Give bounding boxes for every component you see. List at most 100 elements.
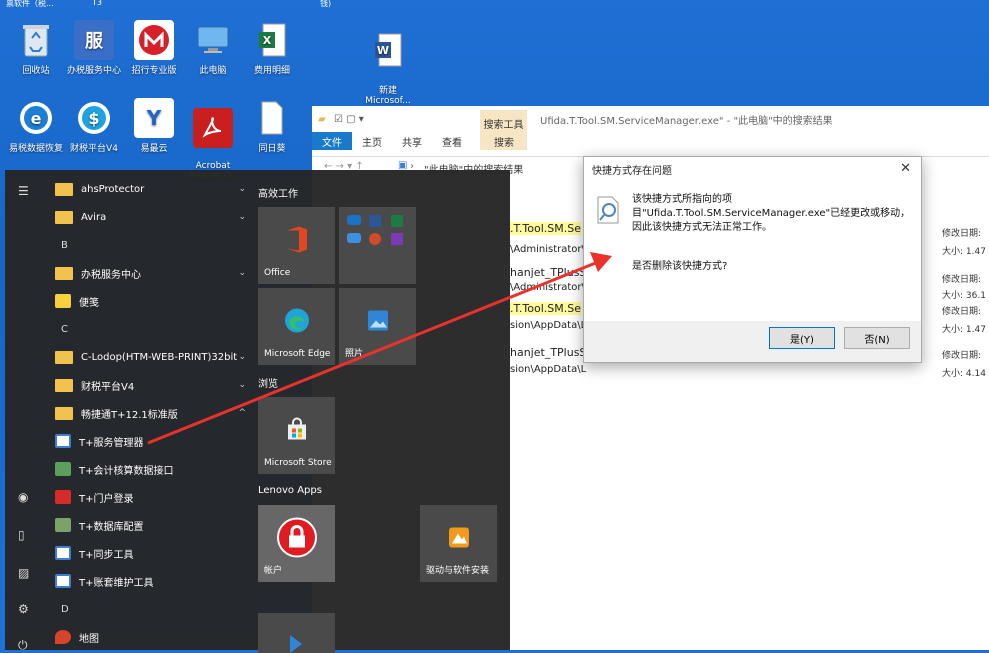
tile-edge[interactable]: Microsoft Edge <box>258 288 335 365</box>
result-size: 大小: 36.1 <box>942 291 986 301</box>
tile-label: Microsoft Edge <box>264 349 331 359</box>
file-icon <box>252 98 292 138</box>
acrobat-icon <box>193 108 233 148</box>
app-label: 地图 <box>79 633 99 645</box>
svg-text:e: e <box>31 109 42 128</box>
tile-office-apps-group[interactable] <box>339 207 416 284</box>
user-account-icon[interactable]: ◉ <box>18 490 32 504</box>
store-bag-icon <box>285 417 309 444</box>
tab-file[interactable]: 文件 <box>312 132 352 150</box>
recycle-bin-icon <box>16 20 56 60</box>
yizuiyun-icon: Y <box>134 98 174 138</box>
quick-access-icon[interactable]: ☑ ▢ ▾ <box>334 114 364 125</box>
result-path: \Administrator\A <box>510 244 592 255</box>
pictures-icon[interactable]: ▨ <box>18 566 32 580</box>
app-maps[interactable]: 地图 <box>55 627 250 647</box>
search-tools-label: 搜索工具 <box>483 120 524 131</box>
tab-search[interactable]: 搜索 <box>484 132 524 150</box>
app-tplus-portal-login[interactable]: T+门户登录 <box>55 487 250 507</box>
chevron-down-icon: ⌄ <box>238 212 246 222</box>
shortcut-problem-dialog: 快捷方式存在问题 ✕ 该快捷方式所指向的项目"Ufida.T.Tool.SM.S… <box>583 156 922 363</box>
tab-view[interactable]: 查看 <box>432 132 472 150</box>
app-folder-clodop[interactable]: C-Lodop(HTM-WEB-PRINT)32bit ⌄ <box>55 347 250 367</box>
account-maintenance-icon <box>55 574 71 588</box>
app-label: C-Lodop(HTM-WEB-PRINT)32bit <box>81 351 238 363</box>
folder-icon <box>55 350 73 364</box>
map-pin-icon <box>55 630 71 644</box>
desktop-icon-file[interactable]: 同日葵 <box>236 98 308 154</box>
result-name: hanjet_TPlusS <box>510 266 587 279</box>
powerpoint-icon <box>369 233 381 245</box>
section-productivity: 高效工作 <box>258 189 298 200</box>
top-strip-text-2: T3 <box>92 0 102 7</box>
documents-icon[interactable]: ▯ <box>18 528 32 542</box>
cloud-icon <box>347 233 361 243</box>
app-label: T+服务管理器 <box>79 437 144 449</box>
result-path: sion\AppData\L <box>510 364 587 375</box>
app-list: ahsProtector ⌄ Avira ⌄ B 办税服务中心 ⌄ 便笺 C C-Lo… <box>45 170 250 650</box>
close-icon[interactable]: ✕ <box>900 161 911 176</box>
tile-account[interactable]: 帐户 <box>258 505 335 582</box>
dialog-body: 该快捷方式所指向的项目"Ufida.T.Tool.SM.ServiceManag… <box>584 181 921 321</box>
database-config-icon <box>55 518 71 532</box>
photos-icon <box>366 308 390 335</box>
desktop-icon-word[interactable]: W 新建 Microsof... <box>352 20 424 116</box>
app-folder-tax-platform[interactable]: 财税平台V4 ⌄ <box>55 375 250 395</box>
yes-button[interactable]: 是(Y) <box>769 327 835 349</box>
driver-install-icon <box>447 525 471 552</box>
no-button[interactable]: 否(N) <box>844 327 910 349</box>
app-tplus-service-manager[interactable]: T+服务管理器 <box>55 431 250 451</box>
dialog-message: 该快捷方式所指向的项目"Ufida.T.Tool.SM.ServiceManag… <box>632 194 911 233</box>
tab-share[interactable]: 共享 <box>392 132 432 150</box>
app-folder-ahsprotector[interactable]: ahsProtector ⌄ <box>55 179 250 199</box>
app-folder-tplus[interactable]: 畅捷通T+12.1标准版 ^ <box>55 403 250 423</box>
tile-driver-install[interactable]: 驱动与软件安装 <box>420 505 497 582</box>
tab-home[interactable]: 主页 <box>352 132 392 150</box>
chevron-down-icon: ⌄ <box>238 184 246 194</box>
app-tplus-accounting-interface[interactable]: T+会计核算数据接口 <box>55 459 250 479</box>
app-label: T+同步工具 <box>79 549 134 561</box>
computer-icon <box>193 20 233 60</box>
result-size: 大小: 1.47 <box>942 325 986 335</box>
folder-icon <box>55 378 73 392</box>
magnifier-document-icon <box>596 195 622 228</box>
app-folder-tax-service[interactable]: 办税服务中心 ⌄ <box>55 263 250 283</box>
section-browse: 浏览 <box>258 379 278 390</box>
tile-partial[interactable] <box>258 613 335 653</box>
sync-tool-icon <box>55 546 71 560</box>
app-label: 便笺 <box>79 297 99 309</box>
office-icon <box>284 224 310 257</box>
excel-icon <box>391 215 403 227</box>
desktop-icon-label: 新建 Microsof... <box>365 86 411 106</box>
desktop-icon-excel[interactable]: X 费用明细 <box>236 20 308 76</box>
chevron-down-icon: ⌄ <box>238 352 246 362</box>
app-sticky-notes[interactable]: 便笺 <box>55 291 250 311</box>
letter-header-c[interactable]: C <box>61 324 68 335</box>
start-rail: ☰ ◉ ▯ ▨ ⚙ ⏻ <box>5 170 45 652</box>
tile-office[interactable]: Office <box>258 207 335 284</box>
explorer-title-bar: ▰ ☑ ▢ ▾ Ufida.T.Tool.SM.ServiceManager.e… <box>312 106 989 132</box>
ribbon-tabs: 文件 主页 共享 查看 搜索 <box>312 132 989 150</box>
result-size: 大小: 1.47 <box>942 247 986 257</box>
tile-store[interactable]: Microsoft Store <box>258 397 335 474</box>
app-tplus-database-config[interactable]: T+数据库配置 <box>55 515 250 535</box>
result-size: 大小: 4.14 <box>942 369 986 379</box>
hamburger-menu-icon[interactable]: ☰ <box>18 184 32 198</box>
letter-header-d[interactable]: D <box>61 604 69 615</box>
app-tplus-sync-tool[interactable]: T+同步工具 <box>55 543 250 563</box>
app-folder-avira[interactable]: Avira ⌄ <box>55 207 250 227</box>
word-icon: W <box>368 30 408 70</box>
settings-gear-icon[interactable]: ⚙ <box>18 602 32 616</box>
app-tplus-account-maintenance[interactable]: T+账套维护工具 <box>55 571 250 591</box>
letter-header-b[interactable]: B <box>61 240 68 251</box>
play-icon <box>290 635 302 653</box>
tile-label: Microsoft Store <box>264 458 332 468</box>
result-path: \Administrator\A <box>510 282 592 293</box>
tile-label: 照片 <box>345 349 364 359</box>
edge-icon <box>283 306 311 337</box>
tile-photos[interactable]: 照片 <box>339 288 416 365</box>
result-modified: 修改日期: <box>942 307 982 317</box>
result-name: .T.Tool.SM.Se <box>510 222 581 235</box>
excel-icon: X <box>252 20 292 60</box>
dialog-title-bar: 快捷方式存在问题 ✕ <box>584 157 921 181</box>
